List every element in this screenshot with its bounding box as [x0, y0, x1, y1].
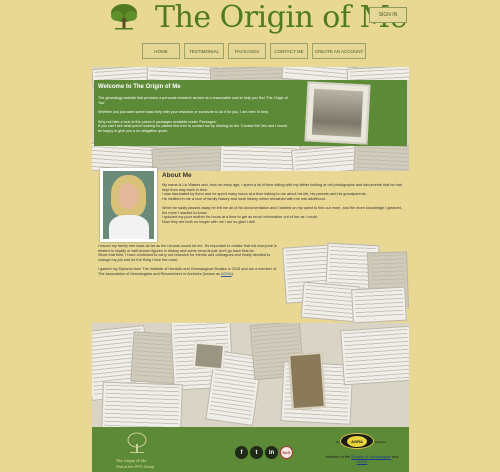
agra-link[interactable]: AGRA	[221, 272, 232, 276]
nav-contact-me[interactable]: CONTACT ME	[270, 43, 308, 59]
welcome-title: Welcome to The Origin of Me	[98, 84, 181, 90]
about-text-secondary: I traced my family tree back as far as t…	[98, 244, 277, 276]
tree-logo-icon[interactable]	[109, 3, 139, 31]
census-records-image	[282, 242, 409, 324]
author-portrait	[100, 168, 157, 242]
site-footer: The Origin of Me Part of the PPG Group f…	[92, 427, 409, 472]
about-text-primary: My name is Liz Waters and, from an early…	[162, 183, 402, 224]
nav-packages[interactable]: PACKAGES	[228, 43, 266, 59]
vintage-horse-photo	[304, 81, 371, 145]
member-badge-right-text: Member	[375, 440, 387, 444]
agra-member-badge[interactable]: AGRA	[340, 433, 374, 449]
footer-logo-text: The Origin of Me	[116, 459, 147, 463]
sign-in-button[interactable]: SIGN IN	[369, 7, 407, 23]
facebook-icon[interactable]: f	[235, 446, 248, 459]
society-of-genealogists-icon[interactable]: SoG	[280, 446, 293, 459]
society-of-genealogists-link[interactable]: Society of Genealogists	[351, 455, 391, 459]
welcome-text: The genealogy website that provides a pe…	[98, 96, 288, 133]
twitter-icon[interactable]: t	[250, 446, 263, 459]
agra-footer-link[interactable]: AGRA	[357, 460, 368, 464]
nav-home[interactable]: HOME	[142, 43, 180, 59]
linkedin-icon[interactable]: in	[265, 446, 278, 459]
nav-testimonial[interactable]: TESTIMONIAL	[184, 43, 224, 59]
social-links: f t in SoG	[235, 446, 293, 459]
membership-text: Member of the Society of Genealogists an…	[325, 455, 399, 464]
nav-create-account[interactable]: CREATE AN ACCOUNT	[312, 43, 366, 59]
tree-logo-icon	[127, 432, 147, 453]
about-title: About Me	[162, 172, 192, 179]
footer-group-text: Part of the PPG Group	[116, 465, 155, 469]
bottom-document-collage	[92, 323, 409, 427]
main-nav: HOME TESTIMONIAL PACKAGES CONTACT ME CRE…	[142, 43, 366, 59]
